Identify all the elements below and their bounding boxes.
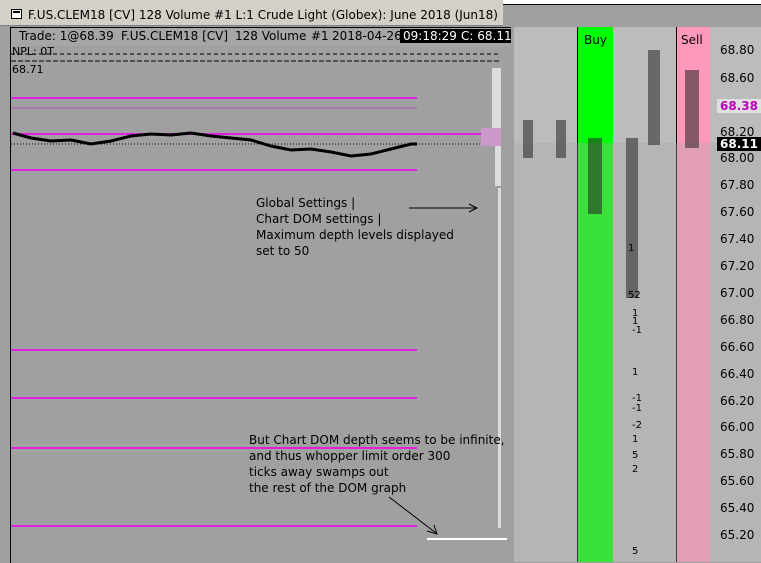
note-line: the rest of the DOM graph: [249, 481, 407, 495]
note-line: But Chart DOM depth seems to be infinite…: [249, 433, 505, 447]
recent-number: -1: [632, 403, 642, 414]
price-chart[interactable]: Trade: 1@68.39 F.US.CLEM18 [CV] 128 Volu…: [10, 27, 511, 563]
ladder-price: 65.80: [720, 447, 755, 461]
ladder-price: 65.40: [720, 501, 755, 515]
ladder-price: 66.40: [720, 367, 755, 381]
recent-number: 5: [632, 546, 639, 557]
ladder-price: 68.80: [720, 43, 755, 57]
ladder-price: 68.60: [720, 71, 755, 85]
ladder-price: 67.40: [720, 232, 755, 246]
note-line: Chart DOM settings |: [256, 212, 382, 226]
note-line: set to 50: [256, 244, 310, 258]
recent-number: 1: [628, 243, 635, 254]
note-global-settings: Global Settings | Chart DOM settings | M…: [256, 195, 454, 259]
top-divider: [503, 0, 761, 5]
ladder-price: 67.60: [720, 205, 755, 219]
ask-price-box: 68.38: [717, 99, 761, 113]
window-title: F.US.CLEM18 [CV] 128 Volume #1 L:1 Crude…: [28, 8, 498, 22]
ladder-price: 65.20: [720, 528, 755, 542]
ladder-price: 66.80: [720, 313, 755, 327]
note-line: Global Settings |: [256, 196, 356, 210]
note-line: and thus whopper limit order 300: [249, 449, 451, 463]
buy-header: Buy: [584, 33, 607, 47]
arrow-icon: [388, 496, 438, 535]
recent-number: 2: [632, 464, 639, 475]
ladder-price: 67.80: [720, 178, 755, 192]
ladder-price: 65.60: [720, 474, 755, 488]
note-line: ticks away swamps out: [249, 465, 389, 479]
note-line: Maximum depth levels displayed: [256, 228, 454, 242]
ladder-price: 67.00: [720, 286, 755, 300]
recent-number: -2: [632, 420, 642, 431]
window-titlebar: F.US.CLEM18 [CV] 128 Volume #1 L:1 Crude…: [0, 0, 503, 26]
ladder-price: 67.20: [720, 259, 755, 273]
recent-number: 1: [632, 367, 639, 378]
ladder-price: 66.20: [720, 394, 755, 408]
recent-number: 52: [628, 290, 641, 301]
ladder-price: 66.60: [720, 340, 755, 354]
recent-number: 5: [632, 450, 639, 461]
ladder-price: 66.00: [720, 420, 755, 434]
window-icon[interactable]: [11, 9, 22, 19]
note-depth-infinite: But Chart DOM depth seems to be infinite…: [249, 432, 505, 496]
recent-number: 1: [632, 434, 639, 445]
ladder-price: 68.00: [720, 151, 755, 165]
sell-header: Sell: [681, 33, 703, 47]
last-price-box: 68.11: [717, 137, 761, 151]
recent-number: -1: [632, 325, 642, 336]
